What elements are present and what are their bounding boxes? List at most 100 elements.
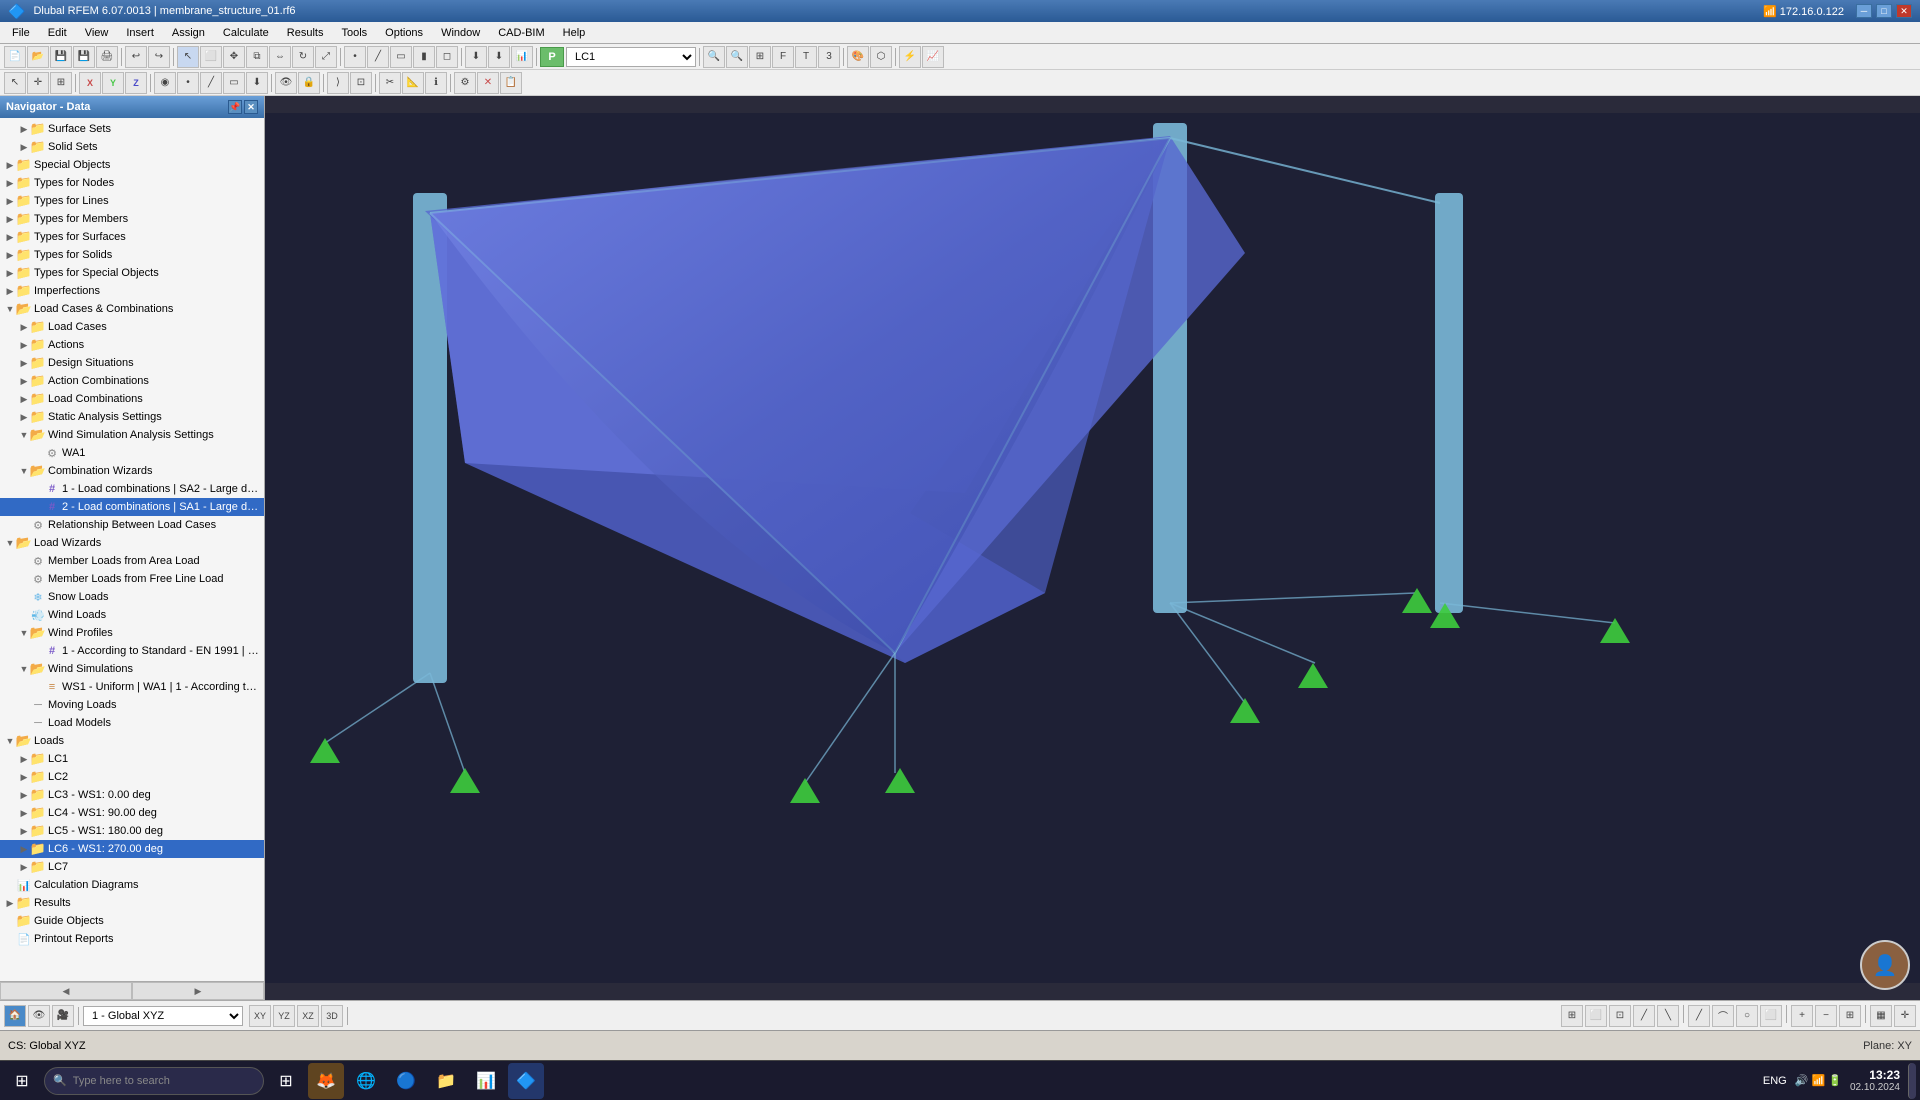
tree-item-types-lines[interactable]: ▶📁Types for Lines xyxy=(0,192,264,210)
nav-scroll-left[interactable]: ◀ xyxy=(0,982,132,1000)
expander-results[interactable]: ▶ xyxy=(4,894,16,912)
expander-lc1[interactable]: ▶ xyxy=(18,750,30,768)
expander-ws1[interactable] xyxy=(32,678,44,696)
tb2-hide[interactable]: 👁 xyxy=(275,72,297,94)
tb2-display-lines[interactable]: ╱ xyxy=(200,72,222,94)
taskbar-rfem[interactable]: 🔷 xyxy=(508,1063,544,1099)
expander-load-wizards[interactable]: ▼ xyxy=(4,534,16,552)
expander-combo2[interactable] xyxy=(32,498,44,516)
tree-item-ws1[interactable]: ≡WS1 - Uniform | WA1 | 1 - According to … xyxy=(0,678,264,696)
tree-item-types-solids[interactable]: ▶📁Types for Solids xyxy=(0,246,264,264)
sb-grid-toggle[interactable]: ▦ xyxy=(1870,1005,1892,1027)
tree-item-load-wizards[interactable]: ▼📂Load Wizards xyxy=(0,534,264,552)
sb-right-2[interactable]: ⬜ xyxy=(1585,1005,1607,1027)
tb-undo[interactable]: ↩ xyxy=(125,46,147,68)
tb2-info[interactable]: ℹ xyxy=(425,72,447,94)
tb-zoom-out[interactable]: 🔍 xyxy=(726,46,748,68)
expander-surface-sets[interactable]: ▶ xyxy=(18,120,30,138)
tree-item-guide-objects[interactable]: 📁Guide Objects xyxy=(0,912,264,930)
nav-pin-button[interactable]: 📌 xyxy=(228,100,242,114)
tb-view-top[interactable]: T xyxy=(795,46,817,68)
tb-wire[interactable]: ⬡ xyxy=(870,46,892,68)
tree-item-combo1[interactable]: #1 - Load combinations | SA2 - Large def… xyxy=(0,480,264,498)
taskbar-browser[interactable]: 🦊 xyxy=(308,1063,344,1099)
tree-item-special-objects[interactable]: ▶📁Special Objects xyxy=(0,156,264,174)
tb-calc[interactable]: ⚡ xyxy=(899,46,921,68)
sb-zoom-fit[interactable]: ⊞ xyxy=(1839,1005,1861,1027)
nav-close-button[interactable]: ✕ xyxy=(244,100,258,114)
tb-move[interactable]: ✥ xyxy=(223,46,245,68)
tb-scale[interactable]: ⤢ xyxy=(315,46,337,68)
expander-types-nodes[interactable]: ▶ xyxy=(4,174,16,192)
tb-fit[interactable]: ⊞ xyxy=(749,46,771,68)
tree-item-design-situations[interactable]: ▶📁Design Situations xyxy=(0,354,264,372)
minimize-button[interactable]: ─ xyxy=(1856,4,1872,18)
menu-view[interactable]: View xyxy=(77,25,117,41)
menu-options[interactable]: Options xyxy=(377,25,431,41)
menu-edit[interactable]: Edit xyxy=(40,25,75,41)
tree-item-load-models[interactable]: ─Load Models xyxy=(0,714,264,732)
sb-right-5[interactable]: ╲ xyxy=(1657,1005,1679,1027)
expander-member-free[interactable] xyxy=(18,570,30,588)
sb-draw-circle[interactable]: ○ xyxy=(1736,1005,1758,1027)
tree-item-imperfections[interactable]: ▶📁Imperfections xyxy=(0,282,264,300)
tb2-section[interactable]: ✂ xyxy=(379,72,401,94)
tb2-axis-z[interactable]: Z xyxy=(125,72,147,94)
expander-types-solids[interactable]: ▶ xyxy=(4,246,16,264)
tree-item-combo-wizards[interactable]: ▼📂Combination Wizards xyxy=(0,462,264,480)
expander-relationship[interactable] xyxy=(18,516,30,534)
coord-btn-4[interactable]: 3D xyxy=(321,1005,343,1027)
tb2-grid[interactable]: ⊞ xyxy=(50,72,72,94)
expander-load-cases-combos[interactable]: ▼ xyxy=(4,300,16,318)
tree-item-wind-profile-1[interactable]: #1 - According to Standard - EN 1991 | C… xyxy=(0,642,264,660)
tb2-isolate[interactable]: 🔒 xyxy=(298,72,320,94)
expander-wind-simulation-settings[interactable]: ▼ xyxy=(18,426,30,444)
lc-dropdown[interactable]: LC1 LC2 LC3 xyxy=(566,47,696,67)
expander-imperfections[interactable]: ▶ xyxy=(4,282,16,300)
expander-wind-profile-1[interactable] xyxy=(32,642,44,660)
tb2-snap[interactable]: ✛ xyxy=(27,72,49,94)
tree-item-lc3[interactable]: ▶📁LC3 - WS1: 0.00 deg xyxy=(0,786,264,804)
tb2-axis-y[interactable]: Y xyxy=(102,72,124,94)
tb-load[interactable]: ⬇ xyxy=(465,46,487,68)
tree-item-types-surfaces[interactable]: ▶📁Types for Surfaces xyxy=(0,228,264,246)
coord-btn-1[interactable]: XY xyxy=(249,1005,271,1027)
expander-lc4[interactable]: ▶ xyxy=(18,804,30,822)
expander-load-models[interactable] xyxy=(18,714,30,732)
tb2-cursor[interactable]: ↖ xyxy=(4,72,26,94)
tree-item-load-cases-combos[interactable]: ▼📂Load Cases & Combinations xyxy=(0,300,264,318)
sb-right-3[interactable]: ⊡ xyxy=(1609,1005,1631,1027)
expander-wind-profiles[interactable]: ▼ xyxy=(18,624,30,642)
tree-item-lc6[interactable]: ▶📁LC6 - WS1: 270.00 deg xyxy=(0,840,264,858)
maximize-button[interactable]: □ xyxy=(1876,4,1892,18)
sb-minus[interactable]: − xyxy=(1815,1005,1837,1027)
tb2-display-nodes[interactable]: • xyxy=(177,72,199,94)
tb-save[interactable]: 💾 xyxy=(50,46,72,68)
tb2-persp[interactable]: ⟩ xyxy=(327,72,349,94)
expander-solid-sets[interactable]: ▶ xyxy=(18,138,30,156)
menu-assign[interactable]: Assign xyxy=(164,25,213,41)
tree-item-lc5[interactable]: ▶📁LC5 - WS1: 180.00 deg xyxy=(0,822,264,840)
tb2-ortho[interactable]: ⊡ xyxy=(350,72,372,94)
expander-wind-loads[interactable] xyxy=(18,606,30,624)
tree-item-loads[interactable]: ▼📂Loads xyxy=(0,732,264,750)
expander-special-objects[interactable]: ▶ xyxy=(4,156,16,174)
tree-item-load-combinations[interactable]: ▶📁Load Combinations xyxy=(0,390,264,408)
tb-select[interactable]: ↖ xyxy=(177,46,199,68)
expander-actions[interactable]: ▶ xyxy=(18,336,30,354)
taskbar-chrome[interactable]: 🔵 xyxy=(388,1063,424,1099)
menu-window[interactable]: Window xyxy=(433,25,488,41)
tb-analyze[interactable]: 📊 xyxy=(511,46,533,68)
tree-item-static-analysis-settings[interactable]: ▶📁Static Analysis Settings xyxy=(0,408,264,426)
tree-item-member-area[interactable]: ⚙Member Loads from Area Load xyxy=(0,552,264,570)
tb-copy[interactable]: ⧉ xyxy=(246,46,268,68)
tree-item-action-combinations[interactable]: ▶📁Action Combinations xyxy=(0,372,264,390)
tree-item-printout-reports[interactable]: 📄Printout Reports xyxy=(0,930,264,948)
tree-item-calculation-diagrams[interactable]: 📊Calculation Diagrams xyxy=(0,876,264,894)
menu-help[interactable]: Help xyxy=(555,25,594,41)
expander-static-analysis-settings[interactable]: ▶ xyxy=(18,408,30,426)
tree-item-member-free[interactable]: ⚙Member Loads from Free Line Load xyxy=(0,570,264,588)
tb2-delete[interactable]: ✕ xyxy=(477,72,499,94)
menu-results[interactable]: Results xyxy=(279,25,332,41)
sb-draw-rect[interactable]: ⬜ xyxy=(1760,1005,1782,1027)
